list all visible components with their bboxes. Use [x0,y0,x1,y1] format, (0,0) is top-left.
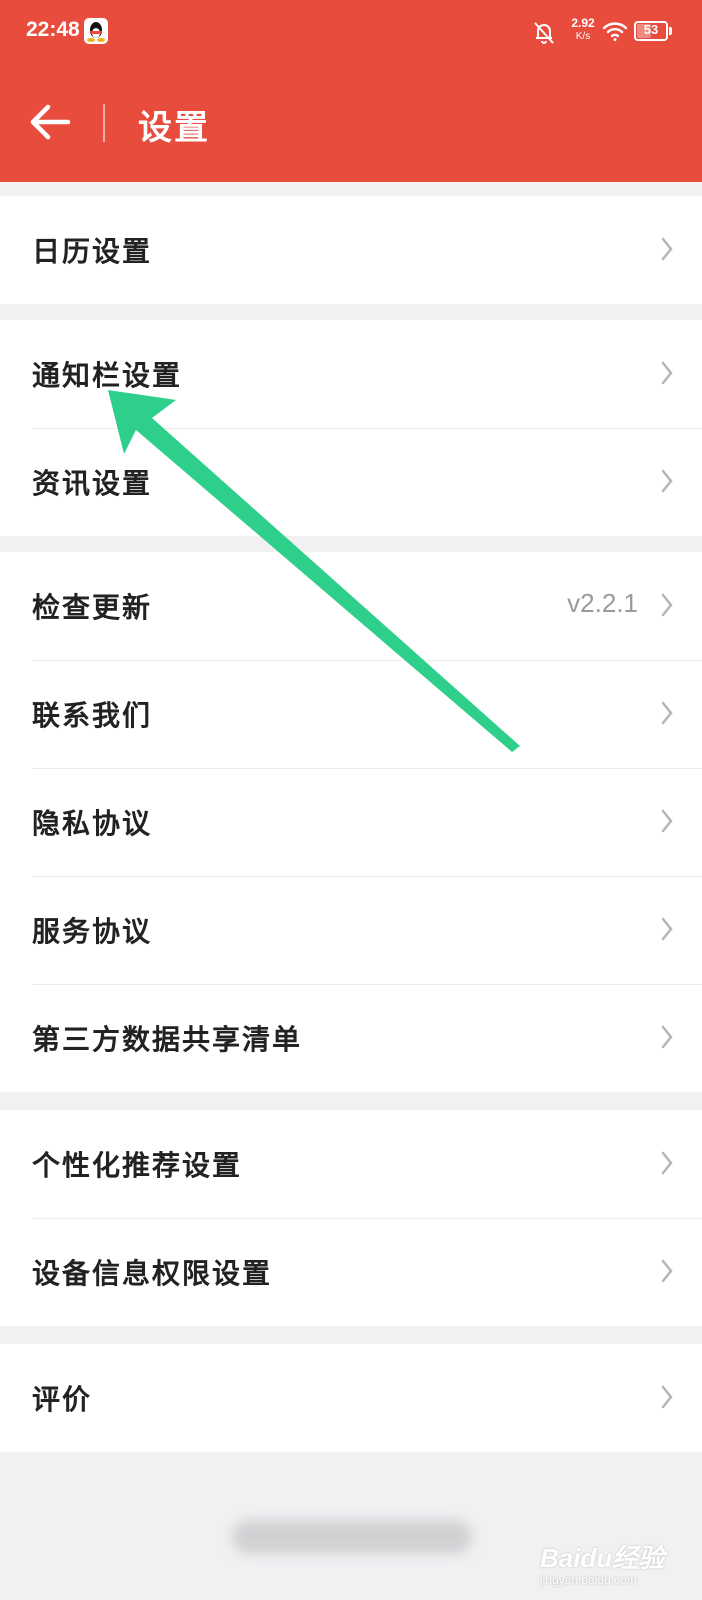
chevron-right-icon [661,469,673,493]
settings-item-privacy-policy[interactable]: 隐私协议 [0,768,702,876]
settings-item-label: 设备信息权限设置 [32,1257,273,1290]
settings-group-feedback: 评价 [0,1344,702,1452]
battery-level: 53 [643,22,659,37]
chevron-right-icon [661,1151,673,1175]
status-time: 22:48 [26,18,80,41]
settings-item-notification-bar[interactable]: 通知栏设置 [0,320,702,428]
network-speed: 2.92 K/s [566,16,600,44]
settings-item-calendar[interactable]: 日历设置 [0,196,702,304]
watermark-logo: Baidu经验 [540,1543,665,1573]
chevron-right-icon [661,237,673,261]
settings-item-news[interactable]: 资讯设置 [0,428,702,536]
settings-item-label: 个性化推荐设置 [32,1149,243,1182]
version-value: v2.2.1 [567,588,638,618]
blurred-footer-text [232,1520,472,1554]
wifi-icon [601,20,629,42]
battery-icon: 53 [634,21,668,41]
back-button[interactable] [22,94,78,150]
settings-item-label: 日历设置 [32,235,153,268]
status-bar: 22:48 2.92 K/s 53 [0,0,702,64]
settings-group-calendar: 日历设置 [0,196,702,304]
battery-tip [669,27,672,35]
baidu-jingyan-watermark: Baidu经验 jingyan.baidu.com [540,1538,690,1596]
arrow-left-icon [30,104,71,140]
watermark-url: jingyan.baidu.com [540,1573,637,1587]
settings-item-label: 第三方数据共享清单 [32,1023,303,1056]
chevron-right-icon [661,809,673,833]
settings-item-label: 评价 [32,1383,93,1416]
bell-muted-icon [532,20,556,46]
settings-item-service-agreement[interactable]: 服务协议 [0,876,702,984]
settings-item-label: 资讯设置 [32,467,153,500]
chevron-right-icon [661,917,673,941]
app-header: 22:48 2.92 K/s 53 设置 [0,0,702,182]
settings-item-label: 联系我们 [32,699,153,732]
settings-item-third-party-data-list[interactable]: 第三方数据共享清单 [0,984,702,1092]
settings-item-rate[interactable]: 评价 [0,1344,702,1452]
settings-item-label: 隐私协议 [32,807,153,840]
settings-item-check-update[interactable]: 检查更新 v2.2.1 [0,552,702,660]
network-speed-value: 2.92 [571,16,595,30]
settings-group-notifications: 通知栏设置 资讯设置 [0,320,702,536]
chevron-right-icon [661,1259,673,1283]
chevron-right-icon [661,701,673,725]
chevron-right-icon [661,1385,673,1409]
settings-group-permissions: 个性化推荐设置 设备信息权限设置 [0,1110,702,1326]
settings-group-about: 检查更新 v2.2.1 联系我们 隐私协议 服务协议 第三方数据共享清单 [0,552,702,1092]
settings-item-label: 服务协议 [32,915,153,948]
network-speed-unit: K/s [575,31,591,42]
settings-item-device-info-permissions[interactable]: 设备信息权限设置 [0,1218,702,1326]
settings-item-label: 检查更新 [32,591,153,624]
title-divider [103,104,105,142]
chevron-right-icon [661,1025,673,1049]
page-title: 设置 [138,108,210,148]
chevron-right-icon [661,361,673,385]
settings-item-personalized-recommendation[interactable]: 个性化推荐设置 [0,1110,702,1218]
settings-item-label: 通知栏设置 [32,359,183,392]
settings-item-contact-us[interactable]: 联系我们 [0,660,702,768]
chevron-right-icon [661,593,673,617]
qq-icon [84,18,108,44]
